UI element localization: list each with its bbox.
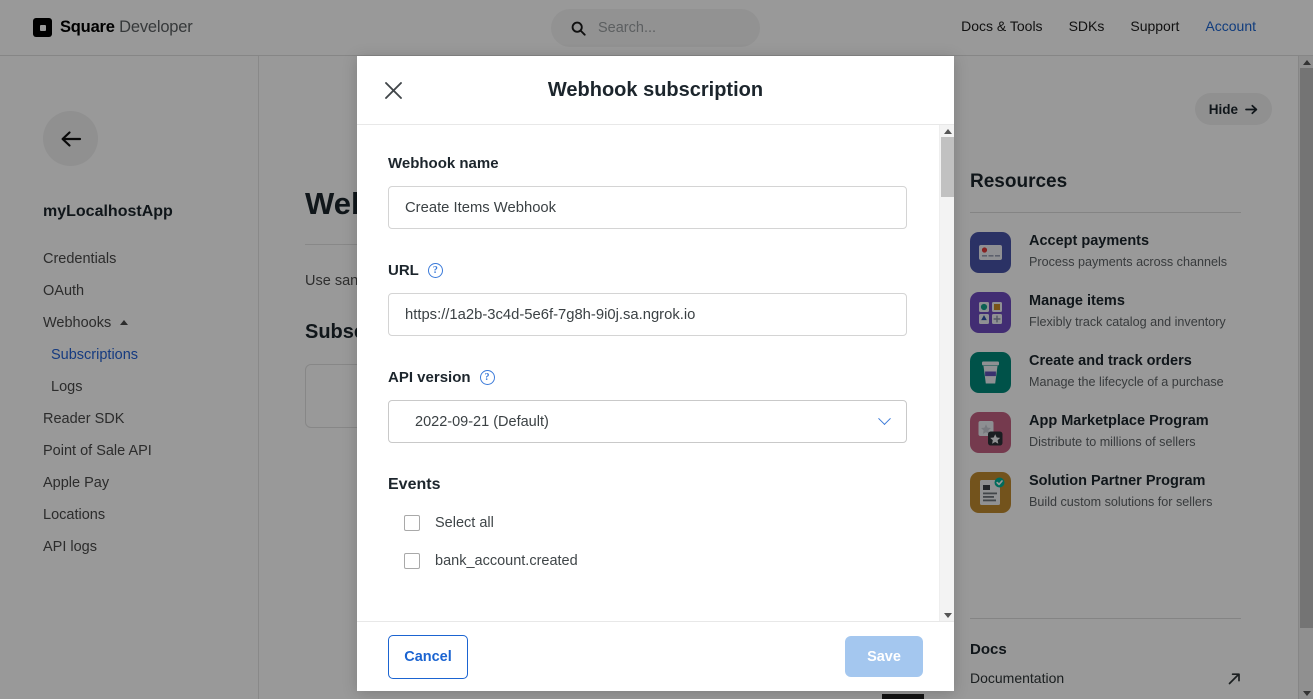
- checkbox-select-all[interactable]: [404, 515, 420, 531]
- field-label-text: API version: [388, 369, 471, 386]
- event-label: Select all: [435, 515, 494, 531]
- help-circle-icon[interactable]: ?: [479, 370, 495, 385]
- modal-footer: Cancel Save: [357, 621, 954, 691]
- modal-title: Webhook subscription: [547, 78, 764, 101]
- app-root: Square Developer Search... Docs & Tools …: [0, 0, 1313, 699]
- field-label-text: Webhook name: [388, 155, 499, 172]
- chevron-down-icon: [878, 412, 891, 426]
- webhook-subscription-modal: Webhook subscription Webhook name Create…: [357, 56, 954, 691]
- webhook-name-input[interactable]: Create Items Webhook: [388, 186, 907, 229]
- event-checkbox-row-select-all[interactable]: Select all: [404, 504, 954, 542]
- url-input[interactable]: https://1a2b-3c4d-5e6f-7g8h-9i0j.sa.ngro…: [388, 293, 907, 336]
- modal-scrollbar-thumb[interactable]: [941, 137, 954, 197]
- api-version-label: API version ?: [388, 369, 954, 386]
- help-circle-icon[interactable]: ?: [427, 263, 443, 278]
- event-label: bank_account.created: [435, 553, 578, 569]
- url-label: URL ?: [388, 262, 954, 279]
- url-value: https://1a2b-3c4d-5e6f-7g8h-9i0j.sa.ngro…: [405, 306, 696, 323]
- cancel-button[interactable]: Cancel: [388, 634, 468, 679]
- modal-body: Webhook name Create Items Webhook URL ? …: [357, 125, 954, 621]
- scroll-up-arrow-icon[interactable]: [940, 125, 954, 137]
- event-checkbox-row-bank-account-created[interactable]: bank_account.created: [404, 542, 954, 580]
- bottom-indicator: [882, 694, 924, 699]
- api-version-value: 2022-09-21 (Default): [415, 413, 549, 430]
- field-label-text: URL: [388, 262, 419, 279]
- save-button[interactable]: Save: [845, 636, 923, 677]
- webhook-name-label: Webhook name: [388, 155, 954, 172]
- api-version-select[interactable]: 2022-09-21 (Default): [388, 400, 907, 443]
- webhook-name-value: Create Items Webhook: [405, 199, 557, 216]
- close-button[interactable]: [378, 75, 408, 105]
- modal-header: Webhook subscription: [357, 56, 954, 125]
- events-section-title: Events: [388, 476, 441, 493]
- close-icon: [384, 81, 402, 99]
- modal-scrollbar[interactable]: [939, 125, 954, 621]
- scroll-down-arrow-icon[interactable]: [940, 609, 954, 621]
- checkbox-bank-account-created[interactable]: [404, 553, 420, 569]
